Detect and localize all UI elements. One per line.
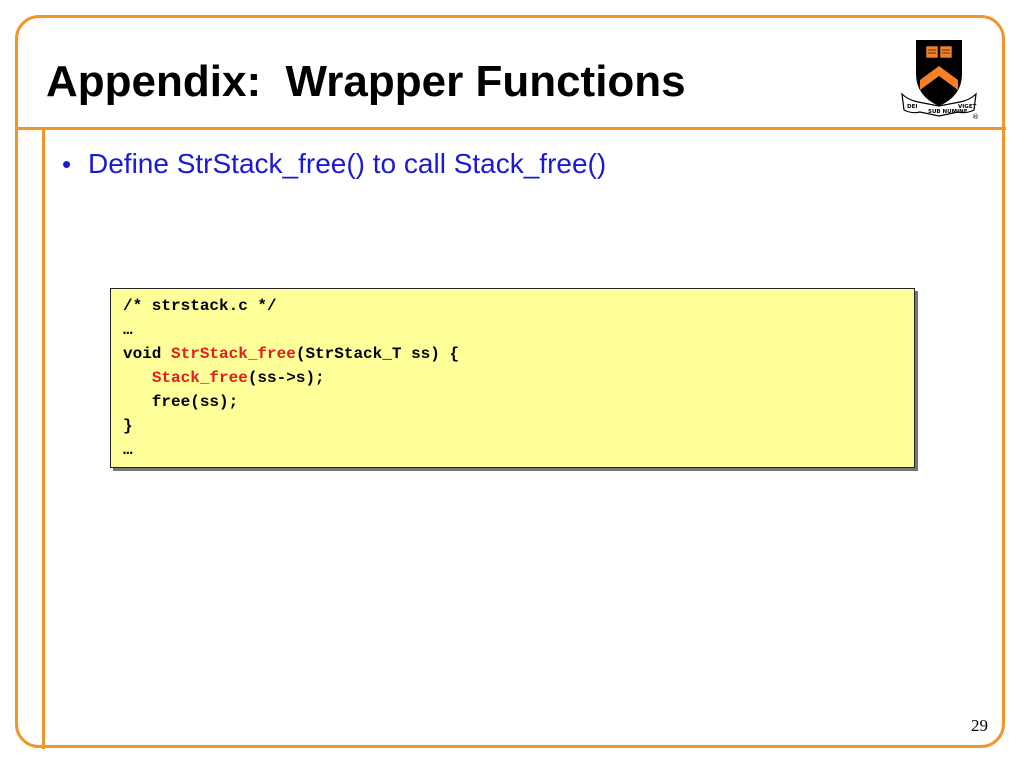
code-line-comment: /* strstack.c */ (123, 297, 277, 315)
title-divider (15, 127, 1006, 130)
page-number: 29 (971, 716, 988, 735)
code-function-name: StrStack_free (171, 345, 296, 363)
code-line-ellipsis: … (123, 321, 133, 339)
code-line-signature: void StrStack_free(StrStack_T ss) { (123, 342, 914, 366)
registered-mark: ® (972, 113, 979, 120)
logo-motto-left: DEI (907, 104, 917, 110)
bullet-list: • Define StrStack_free() to call Stack_f… (62, 142, 606, 186)
code-line-close-brace: } (123, 417, 133, 435)
princeton-shield-logo: DEI SUB NUMINE VIGET ® (901, 40, 979, 120)
logo-motto-right: VIGET (958, 104, 977, 110)
code-params: (StrStack_T ss) { (295, 345, 460, 363)
code-call-args: (ss->s); (247, 369, 325, 387)
bullet-dot-icon: • (62, 149, 72, 179)
code-line-stack-free-call: Stack_free(ss->s); (123, 366, 914, 390)
left-margin-rule (42, 127, 45, 749)
code-called-function: Stack_free (151, 369, 248, 387)
slide-title: Appendix: Wrapper Functions (46, 57, 686, 106)
code-block: /* strstack.c */ … void StrStack_free(St… (110, 288, 915, 468)
code-line-free-call: free(ss); (123, 393, 239, 411)
bullet-item: • Define StrStack_free() to call Stack_f… (62, 142, 606, 186)
code-keyword: void (123, 345, 172, 363)
bullet-text: Define StrStack_free() to call Stack_fre… (88, 148, 607, 179)
code-line-ellipsis-end: … (123, 441, 133, 459)
